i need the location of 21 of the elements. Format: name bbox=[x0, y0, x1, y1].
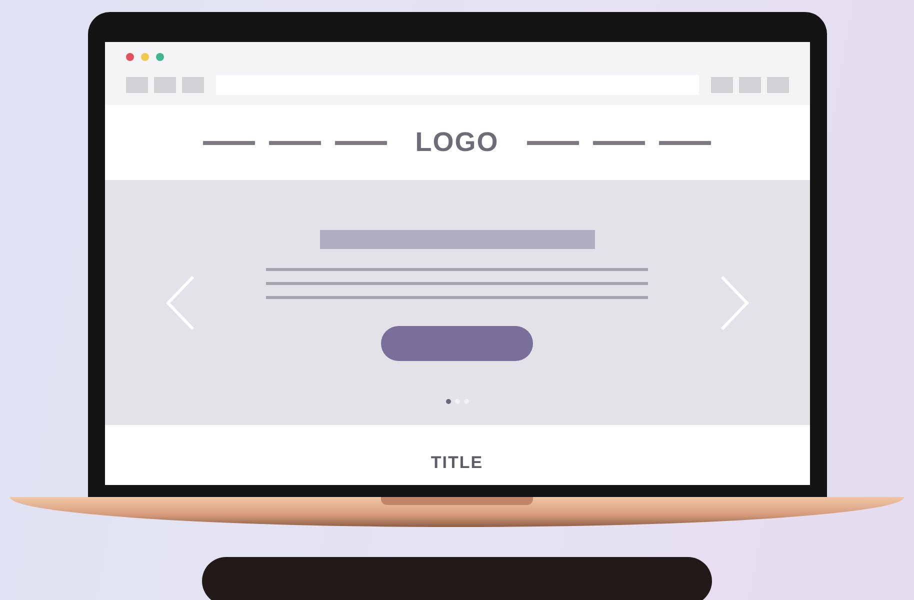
chevron-right-icon[interactable] bbox=[720, 274, 750, 330]
nav-link-placeholder[interactable] bbox=[592, 140, 645, 144]
toolbar-button[interactable] bbox=[126, 77, 148, 93]
toolbar-button[interactable] bbox=[154, 77, 176, 93]
window-control-dot[interactable] bbox=[156, 53, 164, 61]
nav-link-placeholder[interactable] bbox=[526, 140, 579, 144]
nav-link-placeholder[interactable] bbox=[335, 140, 388, 144]
window-control-dot[interactable] bbox=[126, 53, 134, 61]
nav-link-placeholder[interactable] bbox=[269, 140, 322, 144]
toolbar-button[interactable] bbox=[710, 77, 732, 93]
toolbar-button[interactable] bbox=[766, 77, 788, 93]
window-control-dot[interactable] bbox=[140, 53, 148, 61]
logo[interactable]: LOGO bbox=[415, 127, 499, 158]
cta-button[interactable] bbox=[381, 326, 533, 361]
toolbar-button[interactable] bbox=[738, 77, 760, 93]
nav-link-placeholder[interactable] bbox=[203, 140, 256, 144]
carousel-dot[interactable] bbox=[446, 399, 450, 404]
section-title: TITLE bbox=[430, 453, 484, 473]
toolbar-button[interactable] bbox=[182, 77, 204, 93]
chevron-left-icon[interactable] bbox=[164, 274, 194, 330]
nav-link-placeholder[interactable] bbox=[658, 140, 711, 144]
